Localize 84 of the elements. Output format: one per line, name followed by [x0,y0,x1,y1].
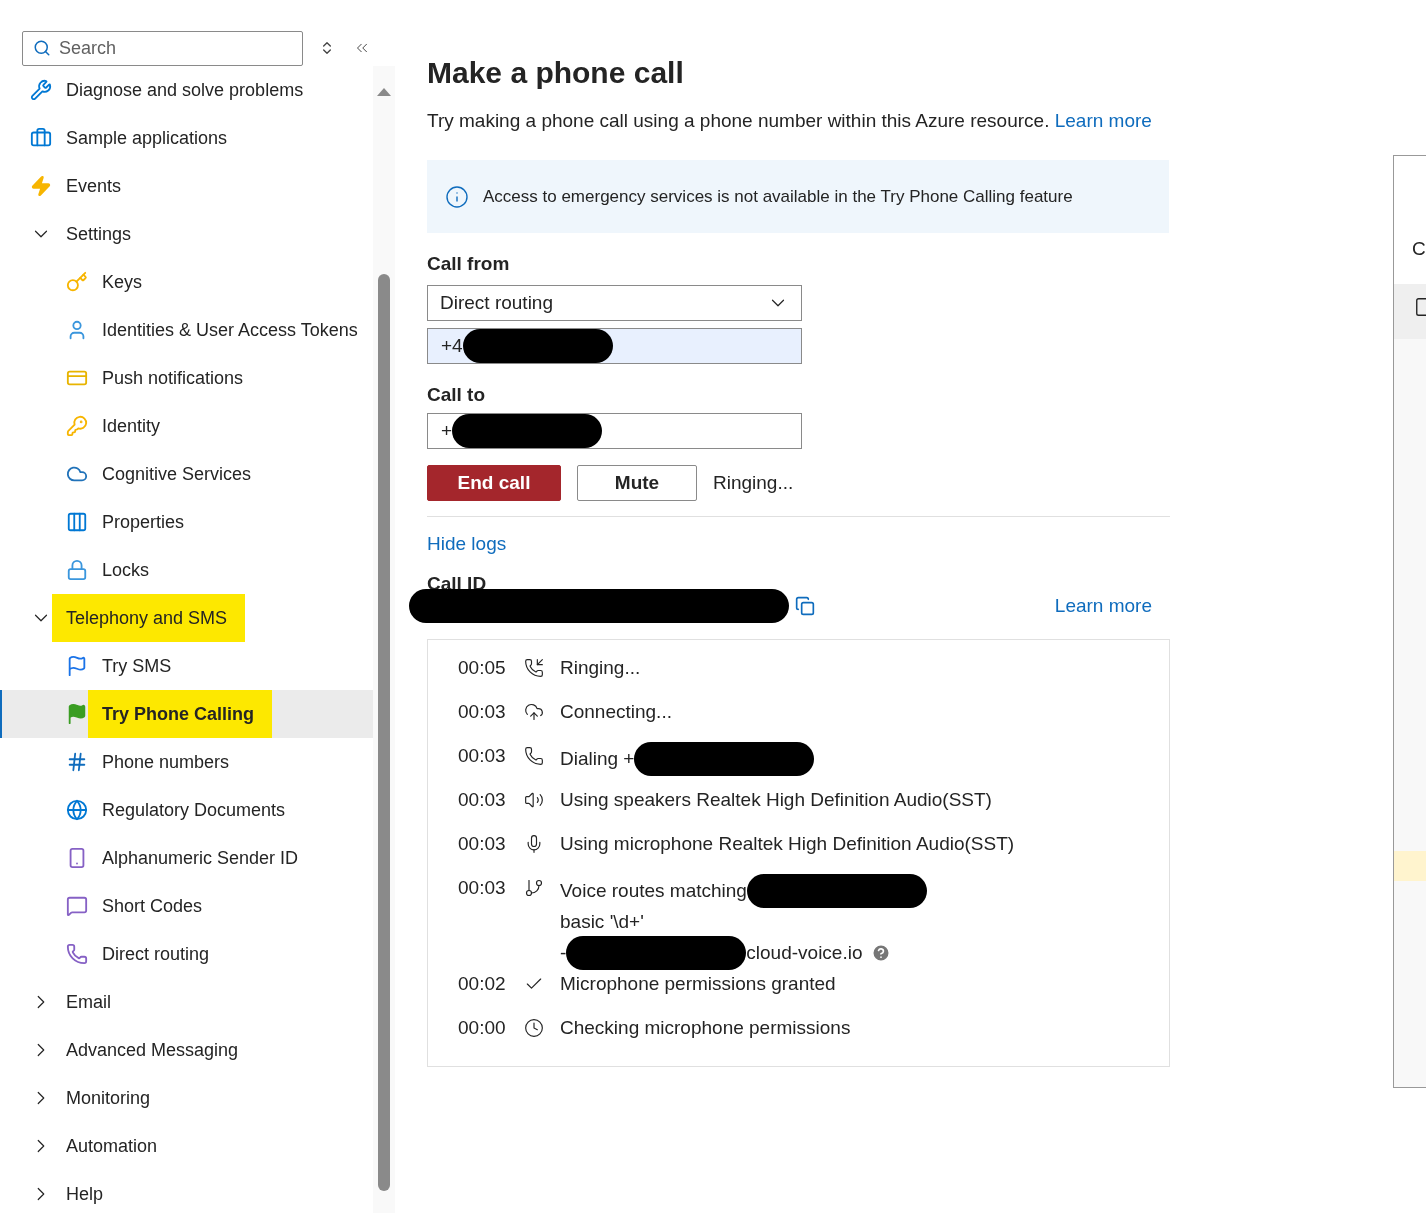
sidebar-item[interactable]: Events [0,162,373,210]
log-message: Voice routes matching [560,879,747,903]
log-message: Using microphone Realtek High Definition Audio(SST) [560,832,1015,856]
keyround-icon [66,415,88,437]
route-icon [524,878,544,898]
input-field[interactable]: +4 [427,328,802,364]
call-from-dropdown[interactable]: Direct routing [427,285,802,321]
sidebar-item[interactable]: Automation [0,1122,373,1170]
field-label: Call to [427,384,487,406]
sidebar-item[interactable]: Direct routing [0,930,373,978]
sidebar-item[interactable]: Diagnose and solve problems [0,66,373,114]
copy-icon[interactable] [795,596,815,616]
log-message: Checking microphone permissions [560,1016,851,1040]
sidebar-item[interactable]: Try Phone Calling [0,690,373,738]
phone-number: +4 [441,335,463,357]
phone-icon [524,746,544,766]
sidebar-item[interactable]: Identities & User Access Tokens [0,306,373,354]
info-text: Access to emergency services is not available in the Try Phone Calling feature [483,186,1073,207]
cloud-upload-icon [524,702,544,722]
sidebar-item[interactable]: Short Codes [0,882,373,930]
sidebar-item[interactable]: Monitoring [0,1074,373,1122]
scroll-up-icon[interactable] [377,88,391,96]
field-label: Call from [427,253,511,275]
panel-heading: C [1412,238,1426,259]
sidebar-item[interactable]: Advanced Messaging [0,1026,373,1074]
sidebar-item[interactable]: Email [0,978,373,1026]
highlighted-row [1394,851,1426,881]
page-description: Try making a phone call using a phone number within this Azure resource. Learn more [427,110,1153,132]
log-message: Connecting... [560,700,672,724]
log-time: 00:03 [458,744,507,768]
end-call-button[interactable]: End call [427,465,561,501]
phone-number: + [441,420,453,442]
lock-icon [66,559,88,581]
log-message: Dialing + [560,747,635,771]
key-icon [66,271,88,293]
sidebar-item[interactable]: Cognitive Services [0,450,373,498]
log-message: basic '\d+' [560,910,644,934]
sidebar-item[interactable]: Phone numbers [0,738,373,786]
tools-icon [30,79,52,101]
log-time: 00:03 [458,876,507,900]
log-time: 00:03 [458,700,507,724]
log-message: - [560,941,567,965]
input-field[interactable]: + [427,413,802,449]
log-message: Ringing... [560,656,641,680]
search-field[interactable]: Search [22,30,303,66]
learn-more-link[interactable]: Learn more [1054,110,1152,131]
sidebar-item[interactable]: Settings [0,210,373,258]
log-message: Microphone permissions granted [560,972,836,996]
search-icon [33,38,51,57]
hash-icon [66,751,88,773]
sidebar-item[interactable]: Locks [0,546,373,594]
info-icon [445,184,469,209]
sidebar-item[interactable]: Regulatory Documents [0,786,373,834]
toolbox-icon [30,127,52,149]
log-time: 00:05 [458,656,507,680]
log-message: Using speakers Realtek High Definition Audio(SST) [560,788,992,812]
log-time: 00:00 [458,1016,507,1040]
hide-logs-link[interactable]: Hide logs [427,533,507,554]
sidebar-item[interactable]: Try SMS [0,642,373,690]
log-message: cloud-voice.io [746,941,863,965]
learn-more-link[interactable]: Learn more [1054,595,1152,617]
scrollbar[interactable] [373,66,395,1213]
call-status: Ringing... [713,472,794,494]
log-time: 00:03 [458,832,507,856]
sidebar-item[interactable]: Properties [0,498,373,546]
flag-icon [66,655,88,677]
sidebar-item[interactable]: Keys [0,258,373,306]
sidebar-item[interactable]: Identity [0,402,373,450]
log-time: 00:02 [458,972,507,996]
page-title: Make a phone call [427,56,685,90]
sidebar-item[interactable]: Push notifications [0,354,373,402]
bolt-icon [30,175,52,197]
ringing-icon [524,658,544,678]
help-icon[interactable] [870,943,891,963]
bars-icon [66,511,88,533]
clock-icon [524,1018,544,1038]
flaggreen-icon [66,703,88,725]
mute-button[interactable]: Mute [577,465,697,501]
sidebar-item[interactable]: Alphanumeric Sender ID [0,834,373,882]
log-time: 00:03 [458,788,507,812]
sidebar-item[interactable]: Sample applications [0,114,373,162]
globe-icon [66,799,88,821]
speaker-icon [524,790,544,810]
sidebar-item[interactable]: Help [0,1170,373,1213]
